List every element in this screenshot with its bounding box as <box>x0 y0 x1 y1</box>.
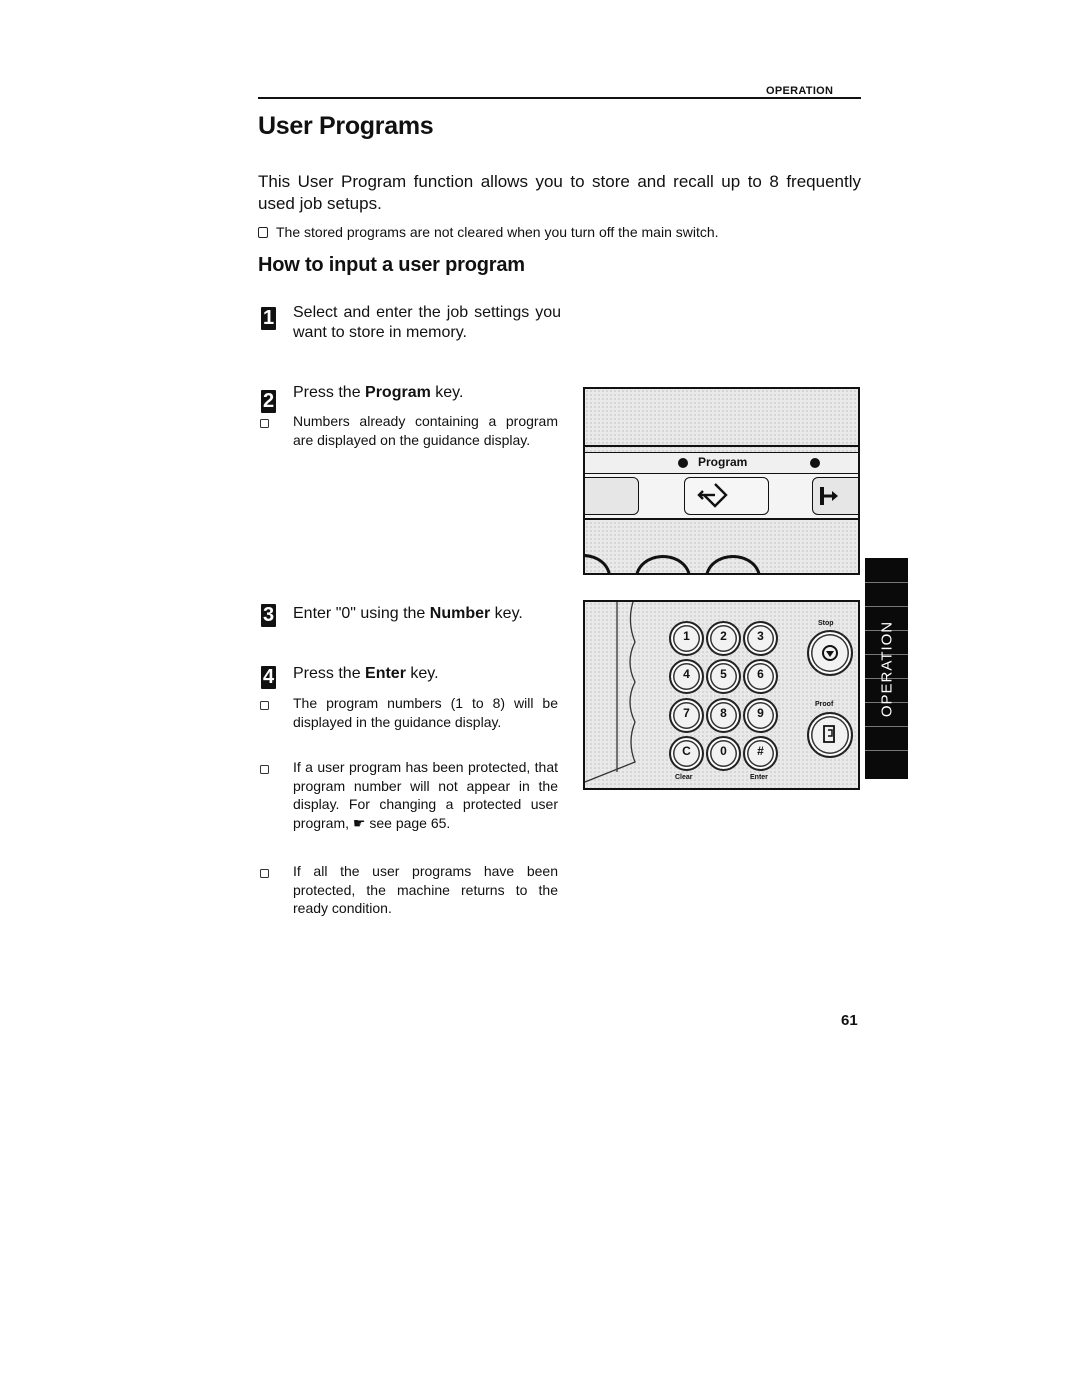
top-note: The stored programs are not cleared when… <box>258 224 878 240</box>
note-checkbox-icon <box>260 765 269 774</box>
clear-label: Clear <box>675 774 693 781</box>
step-4-note-2: If a user program has been protected, th… <box>293 759 558 831</box>
exit-key-icon <box>820 487 838 505</box>
note-checkbox-icon <box>260 419 269 428</box>
program-key-name: Program <box>365 384 431 401</box>
step-2-text: Press the Program key. <box>293 384 464 401</box>
indicator-led <box>810 458 820 468</box>
exit-key <box>812 477 858 515</box>
keypad-key: 4 <box>669 659 704 694</box>
step-2-note: Numbers already containing a program are… <box>293 413 558 448</box>
side-tab-label: OPERATION <box>878 620 895 717</box>
stop-key <box>807 630 853 676</box>
page-title: User Programs <box>258 112 434 140</box>
keypad-key: 9 <box>743 698 778 733</box>
proof-label: Proof <box>815 701 834 708</box>
section-label: OPERATION <box>766 85 834 97</box>
step-4-note-1: The program numbers (1 to 8) will be dis… <box>293 695 558 730</box>
step-1-text: Select and enter the job settings you wa… <box>293 304 561 341</box>
keypad-key-enter: # <box>743 736 778 771</box>
section-heading: How to input a user program <box>258 254 525 276</box>
keypad-key: 1 <box>669 621 704 656</box>
keypad-key: 3 <box>743 621 778 656</box>
keypad-key: 6 <box>743 659 778 694</box>
keypad-key: 0 <box>706 736 741 771</box>
step-1-badge: 1 <box>261 307 276 330</box>
step-2-badge: 2 <box>261 390 276 413</box>
program-indicator-led <box>678 458 688 468</box>
keypad-key-clear: C <box>669 736 704 771</box>
step-3-text: Enter "0" using the Number key. <box>293 605 523 622</box>
proof-icon <box>823 725 835 743</box>
program-key <box>684 477 769 515</box>
step-4-note-3: If all the user programs have been prote… <box>293 863 558 916</box>
keypad-illustration: 1 2 3 4 5 6 7 8 9 C 0 # Clear Enter Stop… <box>583 600 860 790</box>
proof-key <box>807 712 853 758</box>
left-key <box>585 477 639 515</box>
intro-paragraph: This User Program function allows you to… <box>258 172 861 213</box>
program-key-icon <box>697 483 728 508</box>
note-checkbox-icon <box>260 701 269 710</box>
keypad-key: 8 <box>706 698 741 733</box>
stop-icon <box>822 645 838 661</box>
step-4-badge: 4 <box>261 666 276 689</box>
page-number: 61 <box>841 1012 858 1029</box>
header-rule <box>258 97 861 99</box>
note-checkbox-icon <box>258 227 268 238</box>
number-key-name: Number <box>429 605 491 622</box>
program-key-illustration: Program <box>583 387 860 575</box>
top-note-text: The stored programs are not cleared when… <box>276 224 719 240</box>
enter-key-name: Enter <box>365 665 406 682</box>
note-checkbox-icon <box>260 869 269 878</box>
keypad-key: 2 <box>706 621 741 656</box>
stop-label: Stop <box>818 620 834 627</box>
enter-label: Enter <box>750 774 768 781</box>
keypad-key: 7 <box>669 698 704 733</box>
step-3-badge: 3 <box>261 604 276 627</box>
step-4-text: Press the Enter key. <box>293 665 439 682</box>
section-side-tab: OPERATION <box>865 558 908 779</box>
keypad-key: 5 <box>706 659 741 694</box>
program-label: Program <box>698 455 748 469</box>
